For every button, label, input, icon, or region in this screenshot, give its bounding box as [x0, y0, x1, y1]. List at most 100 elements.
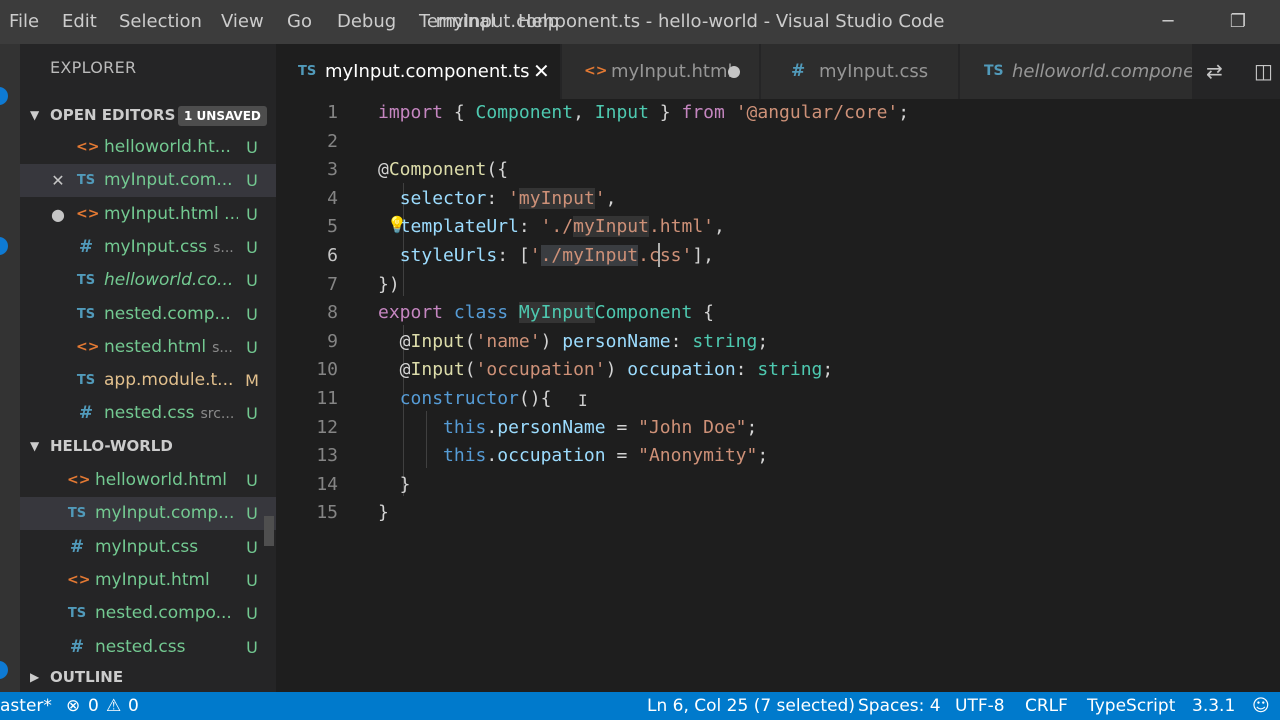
typescript-icon: TS [76, 273, 96, 289]
open-changes-icon[interactable]: ⇄ [1206, 44, 1223, 99]
file-name-text: myInput.css [104, 236, 208, 257]
file-name-text: helloworld.html [95, 470, 228, 490]
code-token: } [378, 473, 411, 495]
code-text: } [378, 499, 389, 527]
language-mode[interactable]: TypeScript [1087, 692, 1175, 720]
file-item[interactable]: TS nested.comp... U [20, 298, 276, 331]
code-line[interactable]: 3 @Component({ [276, 156, 1280, 184]
activity-explorer-icon[interactable] [0, 87, 8, 105]
file-item[interactable]: TS nested.compo... U [20, 597, 276, 630]
title-bar: File Edit Selection View Go Debug Termin… [0, 0, 1280, 44]
file-item[interactable]: TS helloworld.co... U [20, 264, 276, 297]
git-status-badge: U [246, 271, 258, 291]
file-item[interactable]: # myInput.css U [20, 531, 276, 564]
code-line[interactable]: 15} [276, 499, 1280, 527]
code-token: '@angular/core' [735, 102, 899, 123]
line-number: 7 [327, 273, 338, 295]
file-item[interactable]: # myInput.css s... U [20, 231, 276, 264]
code-token: { [443, 102, 476, 123]
restore-icon[interactable]: ❐ [1208, 0, 1268, 44]
outline-label: OUTLINE [50, 668, 124, 686]
lightbulb-icon[interactable]: 💡 [387, 215, 407, 234]
file-item[interactable]: <> nested.html s... U [20, 331, 276, 364]
code-token: ( [464, 359, 476, 381]
code-line[interactable]: 4 selector: 'myInput', [276, 185, 1280, 213]
project-header[interactable]: ▼ HELLO-WORLD [20, 431, 276, 461]
code-token: (){ [518, 388, 552, 409]
eol-setting[interactable]: CRLF [1025, 692, 1068, 720]
tab-myinput-css[interactable]: # myInput.css [761, 44, 958, 99]
line-number: 14 [316, 473, 338, 495]
activity-settings-icon[interactable] [0, 661, 8, 679]
error-icon[interactable]: ⊗ [66, 692, 80, 720]
line-number: 11 [316, 388, 338, 409]
sidebar-scrollbar[interactable] [264, 516, 274, 546]
line-number: 13 [316, 445, 338, 467]
line-number: 1 [327, 102, 338, 123]
tab-myinput-component-ts[interactable]: TS myInput.component.ts ✕ [276, 44, 560, 99]
close-icon[interactable]: ✕ [533, 44, 550, 99]
code-line[interactable]: 9 @Input('name') personName: string; [276, 328, 1280, 356]
file-name-text: myInput.com... [104, 170, 233, 191]
code-token: ({ [486, 159, 509, 181]
encoding-setting[interactable]: UTF-8 [955, 692, 1005, 720]
code-line[interactable]: 11 constructor(){ [276, 385, 1280, 413]
minimize-icon[interactable]: ─ [1138, 0, 1198, 44]
code-line[interactable]: 14 } [276, 471, 1280, 499]
code-token: personName [497, 416, 606, 438]
split-editor-icon[interactable]: ◫ [1254, 44, 1273, 99]
error-count[interactable]: 0 [88, 692, 99, 720]
code-line[interactable]: 2 [276, 128, 1280, 156]
code-editor[interactable]: 1 import { Component, Input } from '@angu… [276, 99, 1280, 692]
open-editors-header[interactable]: ▼ OPEN EDITORS 1 UNSAVED [20, 100, 276, 130]
file-path: src... [200, 406, 235, 423]
code-line[interactable]: 7}) [276, 271, 1280, 299]
code-line[interactable]: 10 @Input('occupation') occupation: stri… [276, 356, 1280, 384]
typescript-icon: TS [984, 63, 1004, 79]
code-token: }) [378, 273, 400, 295]
code-line[interactable]: 8 export class MyInputComponent { [276, 299, 1280, 327]
warning-icon[interactable]: ⚠ [106, 692, 121, 720]
cursor-position[interactable]: Ln 6, Col 25 (7 selected) [647, 692, 855, 720]
code-token: : [518, 216, 541, 238]
outline-header[interactable]: ▶ OUTLINE [20, 662, 276, 692]
file-item[interactable]: <> helloworld.html U [20, 464, 276, 497]
typescript-version[interactable]: 3.3.1 [1192, 692, 1235, 720]
html-icon: <> [67, 472, 91, 488]
code-token: from [681, 102, 725, 123]
code-line[interactable]: 12 this.personName = "John Doe"; [276, 414, 1280, 442]
unsaved-dot-icon[interactable] [728, 66, 740, 78]
file-item[interactable]: TS myInput.comp... U [20, 497, 276, 531]
activity-search-icon[interactable] [0, 237, 8, 255]
file-name-text: myInput.html [95, 569, 210, 590]
tab-myinput-html[interactable]: <> myInput.html [562, 44, 759, 99]
code-token: './ [540, 216, 574, 238]
tab-helloworld-component[interactable]: TS helloworld.componen [960, 44, 1192, 99]
code-token: import [378, 102, 444, 123]
file-item[interactable]: <> myInput.html U [20, 564, 276, 597]
close-icon[interactable]: ✕ [50, 164, 66, 197]
code-line[interactable]: 13 this.occupation = "Anonymity"; [276, 442, 1280, 470]
code-line[interactable]: 1 import { Component, Input } from '@angu… [276, 99, 1280, 127]
file-item[interactable]: <> helloworld.ht... U [20, 131, 276, 164]
code-text: styleUrls: ['./myInput.css'], [378, 242, 714, 270]
code-token: MyInput [518, 302, 595, 324]
file-item[interactable]: ✕ TS myInput.com... U [20, 164, 276, 198]
code-line[interactable]: 5 templateUrl: './myInput.html', [276, 213, 1280, 241]
file-item[interactable]: # nested.css U [20, 631, 276, 664]
file-item[interactable]: ● <> myInput.html ... U [20, 198, 276, 231]
feedback-smiley-icon[interactable]: ☺ [1252, 692, 1270, 720]
code-text: selector: 'myInput', [378, 185, 616, 213]
html-icon: <> [67, 571, 91, 588]
branch-indicator[interactable]: aster* [0, 692, 52, 720]
code-line[interactable]: 6 styleUrls: ['./myInput.css'], [276, 242, 1280, 270]
line-number: 8 [327, 302, 338, 324]
warning-count[interactable]: 0 [128, 692, 139, 720]
unsaved-dot-icon[interactable]: ● [50, 198, 66, 231]
code-token: . [486, 445, 498, 467]
file-name-text: nested.css [104, 403, 195, 424]
indentation-setting[interactable]: Spaces: 4 [858, 692, 941, 720]
file-item[interactable]: TS app.module.t... M [20, 364, 276, 397]
file-item[interactable]: # nested.css src... U [20, 397, 276, 430]
